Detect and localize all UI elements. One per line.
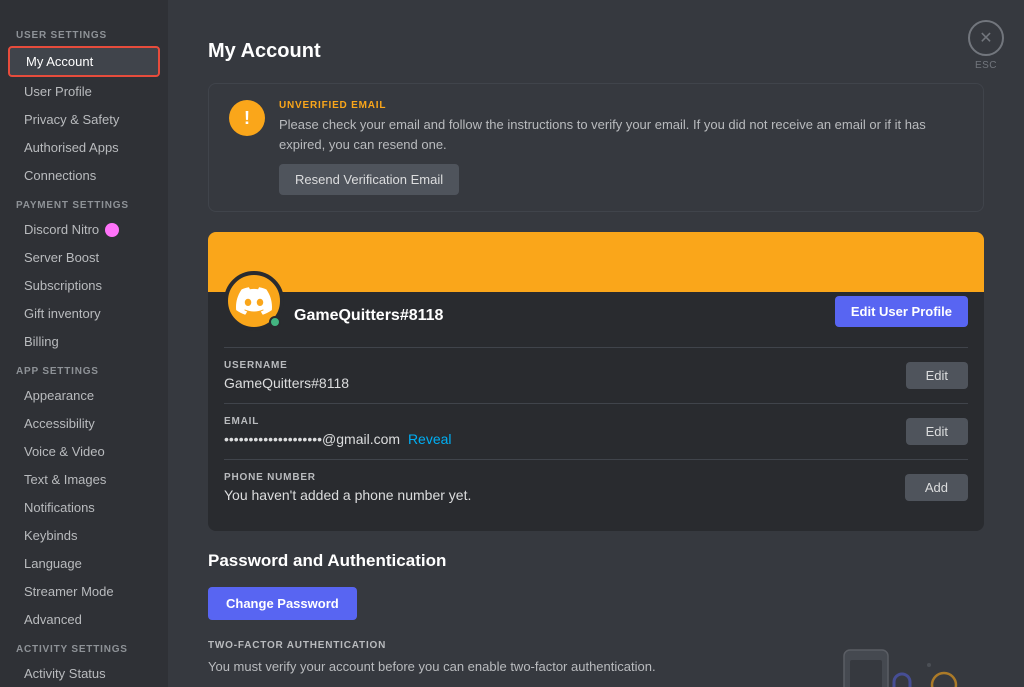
sidebar-item-label: Advanced — [24, 612, 82, 627]
profile-banner — [208, 232, 984, 292]
sidebar-item-privacy-safety[interactable]: Privacy & Safety — [8, 106, 160, 133]
email-row: EMAIL ••••••••••••••••••••@gmail.com Rev… — [224, 403, 968, 459]
change-password-button[interactable]: Change Password — [208, 587, 357, 620]
main-content: ✕ ESC My Account ! UNVERIFIED EMAIL Plea… — [168, 0, 1024, 687]
reveal-email-link[interactable]: Reveal — [408, 431, 452, 447]
warning-icon: ! — [229, 100, 265, 136]
sidebar: User Settings My Account User Profile Pr… — [0, 0, 168, 687]
sidebar-item-server-boost[interactable]: Server Boost — [8, 244, 160, 271]
nitro-icon — [105, 223, 119, 237]
sidebar-item-label: Appearance — [24, 388, 94, 403]
sidebar-item-label: Accessibility — [24, 416, 95, 431]
close-button[interactable]: ✕ — [968, 20, 1004, 56]
edit-user-profile-button[interactable]: Edit User Profile — [835, 296, 968, 327]
sidebar-item-label: Subscriptions — [24, 278, 102, 293]
sidebar-item-appearance[interactable]: Appearance — [8, 382, 160, 409]
add-phone-button[interactable]: Add — [905, 474, 968, 501]
sidebar-item-discord-nitro[interactable]: Discord Nitro — [8, 216, 160, 243]
user-settings-section-label: User Settings — [0, 20, 168, 45]
phone-value: You haven't added a phone number yet. — [224, 487, 471, 503]
sidebar-item-label: User Profile — [24, 84, 92, 99]
sidebar-item-label: My Account — [26, 54, 93, 69]
sidebar-item-advanced[interactable]: Advanced — [8, 606, 160, 633]
two-factor-text: TWO-FACTOR AUTHENTICATION You must verif… — [208, 640, 804, 677]
sidebar-item-text-images[interactable]: Text & Images — [8, 466, 160, 493]
profile-header-row: GameQuitters#8118 Edit User Profile — [224, 292, 968, 331]
sidebar-item-label: Gift inventory — [24, 306, 101, 321]
edit-username-button[interactable]: Edit — [906, 362, 968, 389]
phone-label: PHONE NUMBER — [224, 472, 471, 483]
sidebar-item-label: Voice & Video — [24, 444, 105, 459]
email-label: EMAIL — [224, 416, 452, 427]
page-title: My Account — [208, 40, 984, 63]
unverified-content: UNVERIFIED EMAIL Please check your email… — [279, 100, 963, 195]
two-factor-section: TWO-FACTOR AUTHENTICATION You must verif… — [208, 640, 984, 687]
resend-verification-button[interactable]: Resend Verification Email — [279, 164, 459, 195]
discord-logo-icon — [236, 283, 272, 319]
sidebar-item-label: Discord Nitro — [24, 222, 99, 237]
payment-settings-section-label: Payment Settings — [0, 190, 168, 215]
profile-card: GameQuitters#8118 Edit User Profile USER… — [208, 232, 984, 531]
unverified-title: UNVERIFIED EMAIL — [279, 100, 963, 111]
sidebar-item-notifications[interactable]: Notifications — [8, 494, 160, 521]
esc-label: ESC — [975, 60, 997, 71]
edit-email-button[interactable]: Edit — [906, 418, 968, 445]
sidebar-item-label: Language — [24, 556, 82, 571]
avatar-wrap — [224, 271, 284, 331]
sidebar-item-label: Streamer Mode — [24, 584, 114, 599]
phone-info: PHONE NUMBER You haven't added a phone n… — [224, 472, 471, 503]
app-settings-section-label: App Settings — [0, 356, 168, 381]
email-info: EMAIL ••••••••••••••••••••@gmail.com Rev… — [224, 416, 452, 447]
sidebar-item-keybinds[interactable]: Keybinds — [8, 522, 160, 549]
sidebar-item-authorised-apps[interactable]: Authorised Apps — [8, 134, 160, 161]
profile-username: GameQuitters#8118 — [294, 307, 835, 331]
sidebar-item-label: Activity Status — [24, 666, 106, 681]
sidebar-item-activity-status[interactable]: Activity Status — [8, 660, 160, 687]
sidebar-item-label: Keybinds — [24, 528, 77, 543]
unverified-text: Please check your email and follow the i… — [279, 115, 963, 154]
username-info: USERNAME GameQuitters#8118 — [224, 360, 349, 391]
sidebar-item-label: Connections — [24, 168, 96, 183]
sidebar-item-label: Server Boost — [24, 250, 99, 265]
esc-button-container: ✕ ESC — [968, 20, 1004, 71]
unverified-email-banner: ! UNVERIFIED EMAIL Please check your ema… — [208, 83, 984, 212]
sidebar-item-voice-video[interactable]: Voice & Video — [8, 438, 160, 465]
two-factor-illustration — [824, 640, 984, 687]
sidebar-item-label: Text & Images — [24, 472, 106, 487]
sidebar-item-connections[interactable]: Connections — [8, 162, 160, 189]
online-status-dot — [269, 316, 281, 328]
sidebar-item-label: Billing — [24, 334, 59, 349]
sidebar-item-language[interactable]: Language — [8, 550, 160, 577]
sidebar-item-gift-inventory[interactable]: Gift inventory — [8, 300, 160, 327]
sidebar-item-subscriptions[interactable]: Subscriptions — [8, 272, 160, 299]
sidebar-item-label: Notifications — [24, 500, 95, 515]
sidebar-item-label: Privacy & Safety — [24, 112, 119, 127]
username-row: USERNAME GameQuitters#8118 Edit — [224, 347, 968, 403]
two-factor-label: TWO-FACTOR AUTHENTICATION — [208, 640, 804, 651]
two-factor-description: You must verify your account before you … — [208, 657, 804, 677]
username-label: USERNAME — [224, 360, 349, 371]
profile-body: GameQuitters#8118 Edit User Profile USER… — [208, 292, 984, 531]
sidebar-item-billing[interactable]: Billing — [8, 328, 160, 355]
sidebar-item-accessibility[interactable]: Accessibility — [8, 410, 160, 437]
sidebar-item-my-account[interactable]: My Account — [8, 46, 160, 77]
activity-settings-section-label: Activity Settings — [0, 634, 168, 659]
username-value: GameQuitters#8118 — [224, 375, 349, 391]
sidebar-item-user-profile[interactable]: User Profile — [8, 78, 160, 105]
email-value: ••••••••••••••••••••@gmail.com Reveal — [224, 431, 452, 447]
sidebar-item-streamer-mode[interactable]: Streamer Mode — [8, 578, 160, 605]
password-auth-title: Password and Authentication — [208, 551, 984, 571]
phone-row: PHONE NUMBER You haven't added a phone n… — [224, 459, 968, 515]
sidebar-item-label: Authorised Apps — [24, 140, 119, 155]
